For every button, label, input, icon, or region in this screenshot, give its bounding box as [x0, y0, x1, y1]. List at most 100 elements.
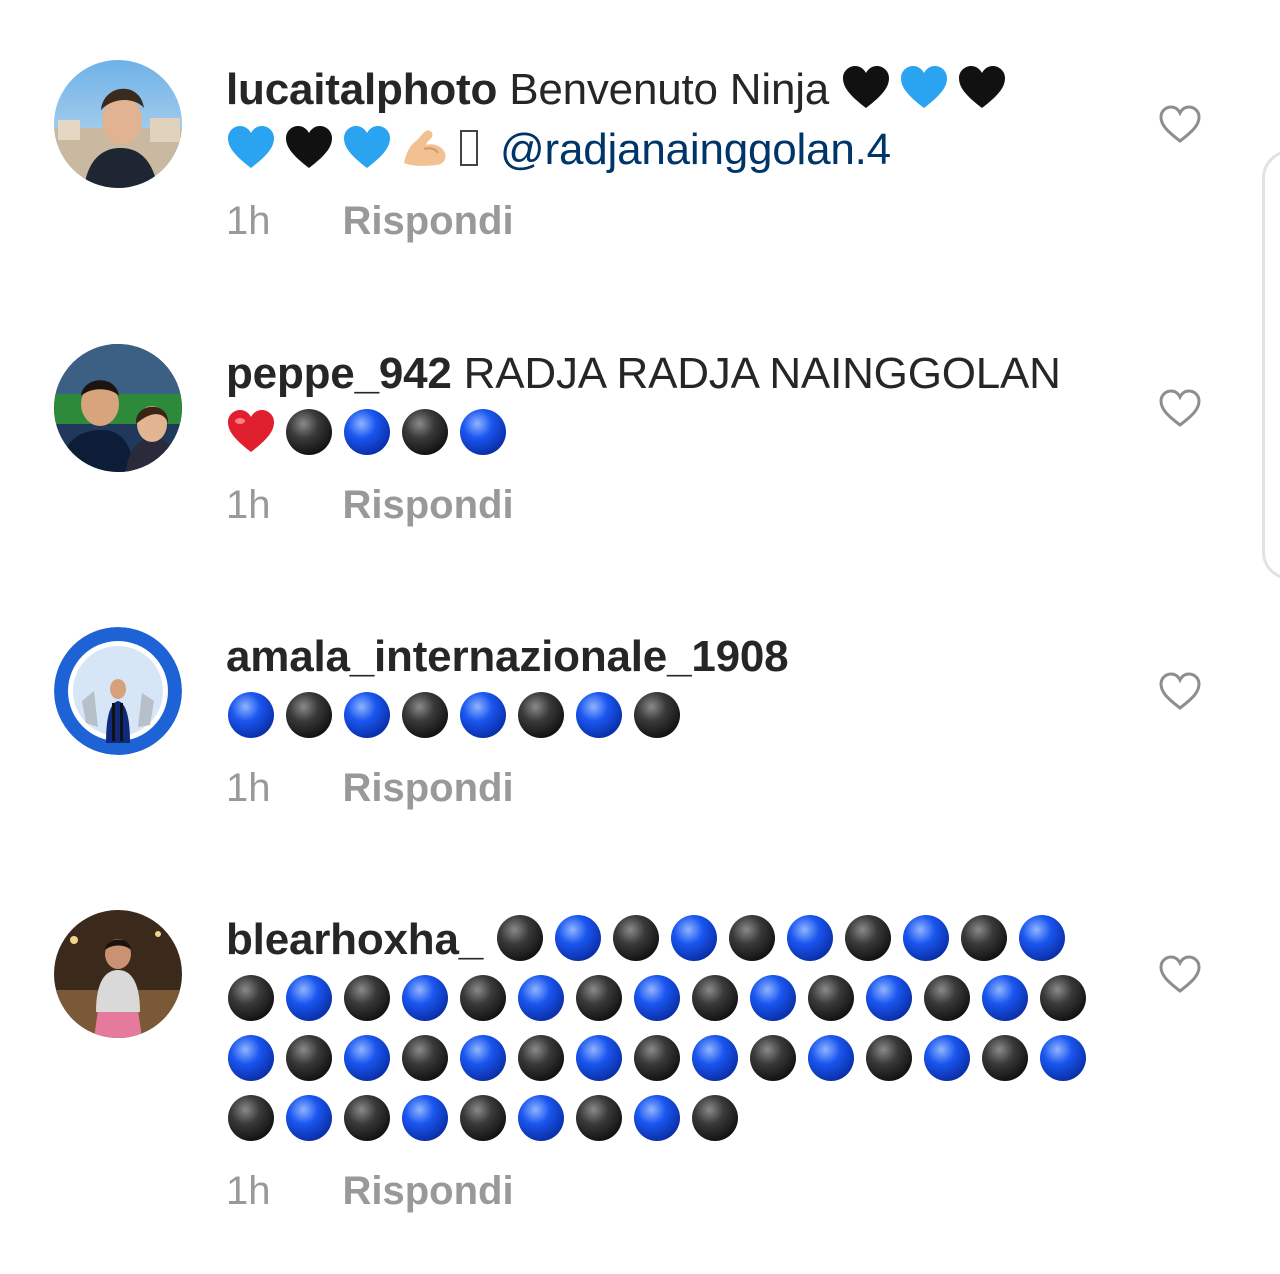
comment-meta: 1h Rispondi	[226, 761, 1106, 815]
blue-circle-emoji	[342, 407, 392, 457]
comment-meta: 1h Rispondi	[226, 194, 1106, 248]
black-circle-emoji	[574, 973, 624, 1023]
reply-button[interactable]: Rispondi	[343, 1164, 514, 1218]
avatar[interactable]	[54, 60, 182, 188]
blue-circle-emoji	[632, 973, 682, 1023]
black-heart-emoji	[841, 63, 891, 113]
blue-circle-emoji	[458, 690, 508, 740]
blue-circle-emoji	[516, 1093, 566, 1143]
black-circle-emoji	[864, 1033, 914, 1083]
mention-link[interactable]: @radjanainggolan.4	[500, 125, 891, 174]
blue-circle-emoji	[1038, 1033, 1088, 1083]
blue-circle-emoji	[669, 913, 719, 963]
comment-time: 1h	[226, 766, 271, 810]
black-circle-emoji	[632, 690, 682, 740]
reply-button[interactable]: Rispondi	[343, 478, 514, 532]
comment-text: amala_internazionale_1908	[226, 627, 1106, 747]
blue-circle-emoji	[574, 690, 624, 740]
blue-circle-emoji	[284, 1093, 334, 1143]
blue-circle-emoji	[632, 1093, 682, 1143]
black-circle-emoji	[284, 407, 334, 457]
blue-circle-emoji	[553, 913, 603, 963]
comment-time: 1h	[226, 1169, 271, 1213]
comment-item: peppe_942 RADJA RADJA NAINGGOLAN 1h Rispon…	[0, 344, 1250, 544]
comment-message: RADJA RADJA NAINGGOLAN	[463, 349, 1061, 398]
black-circle-emoji	[458, 973, 508, 1023]
blue-circle-emoji	[226, 690, 276, 740]
comment-meta: 1h Rispondi	[226, 478, 1106, 532]
comment-time: 1h	[226, 199, 271, 243]
avatar[interactable]	[54, 910, 182, 1038]
blue-circle-emoji	[458, 1033, 508, 1083]
black-circle-emoji	[959, 913, 1009, 963]
avatar[interactable]	[54, 344, 182, 472]
heart-outline-icon[interactable]	[1158, 104, 1202, 144]
heart-outline-icon[interactable]	[1158, 671, 1202, 711]
black-heart-emoji	[284, 123, 334, 173]
comment-item: amala_internazionale_1908 1h Rispondi	[0, 627, 1250, 827]
blue-circle-emoji	[690, 1033, 740, 1083]
reply-button[interactable]: Rispondi	[343, 194, 514, 248]
blue-circle-emoji	[516, 973, 566, 1023]
comment-text: lucaitalphoto Benvenuto Ninja @radjanaing…	[226, 60, 1106, 180]
black-circle-emoji	[342, 1093, 392, 1143]
comment-username[interactable]: blearhoxha_	[226, 915, 483, 964]
black-circle-emoji	[980, 1033, 1030, 1083]
comment-username[interactable]: lucaitalphoto	[226, 65, 497, 114]
avatar[interactable]	[54, 627, 182, 755]
comment-text: blearhoxha_	[226, 910, 1126, 1150]
blue-circle-emoji	[901, 913, 951, 963]
red-heart-emoji	[226, 407, 276, 457]
blue-circle-emoji	[284, 973, 334, 1023]
blue-circle-emoji	[922, 1033, 972, 1083]
black-circle-emoji	[342, 973, 392, 1023]
black-circle-emoji	[748, 1033, 798, 1083]
black-circle-emoji	[400, 407, 450, 457]
black-circle-emoji	[690, 973, 740, 1023]
black-circle-emoji	[690, 1093, 740, 1143]
comment-item: blearhoxha_ 1h Rispondi	[0, 910, 1250, 1230]
black-heart-emoji	[957, 63, 1007, 113]
black-circle-emoji	[226, 973, 276, 1023]
black-circle-emoji	[922, 973, 972, 1023]
blue-circle-emoji	[400, 973, 450, 1023]
black-circle-emoji	[226, 1093, 276, 1143]
blue-heart-emoji	[899, 63, 949, 113]
black-circle-emoji	[727, 913, 777, 963]
blue-circle-emoji	[342, 1033, 392, 1083]
blue-circle-emoji	[226, 1033, 276, 1083]
black-circle-emoji	[806, 973, 856, 1023]
black-circle-emoji	[284, 1033, 334, 1083]
heart-outline-icon[interactable]	[1158, 388, 1202, 428]
blue-circle-emoji	[458, 407, 508, 457]
comment-body: blearhoxha_ 1h Rispondi	[226, 910, 1126, 1218]
blue-circle-emoji	[785, 913, 835, 963]
blue-circle-emoji	[1017, 913, 1067, 963]
reply-button[interactable]: Rispondi	[343, 761, 514, 815]
black-circle-emoji	[843, 913, 893, 963]
blue-circle-emoji	[400, 1093, 450, 1143]
blue-circle-emoji	[574, 1033, 624, 1083]
heart-outline-icon[interactable]	[1158, 954, 1202, 994]
comment-username[interactable]: amala_internazionale_1908	[226, 632, 789, 681]
black-circle-emoji	[632, 1033, 682, 1083]
black-circle-emoji	[1038, 973, 1088, 1023]
black-circle-emoji	[400, 1033, 450, 1083]
blue-circle-emoji	[864, 973, 914, 1023]
comment-text: peppe_942 RADJA RADJA NAINGGOLAN	[226, 344, 1106, 464]
blue-heart-emoji	[226, 123, 276, 173]
comments-list: lucaitalphoto Benvenuto Ninja @radjanaing…	[0, 0, 1280, 1274]
black-circle-emoji	[611, 913, 661, 963]
black-circle-emoji	[516, 1033, 566, 1083]
comment-time: 1h	[226, 483, 271, 527]
scroll-edge-indicator	[1262, 150, 1280, 580]
blue-heart-emoji	[342, 123, 392, 173]
black-circle-emoji	[400, 690, 450, 740]
black-circle-emoji	[284, 690, 334, 740]
blue-circle-emoji	[748, 973, 798, 1023]
black-circle-emoji	[458, 1093, 508, 1143]
blue-circle-emoji	[342, 690, 392, 740]
blue-circle-emoji	[806, 1033, 856, 1083]
flexed-biceps-emoji	[400, 123, 450, 173]
comment-username[interactable]: peppe_942	[226, 349, 452, 398]
